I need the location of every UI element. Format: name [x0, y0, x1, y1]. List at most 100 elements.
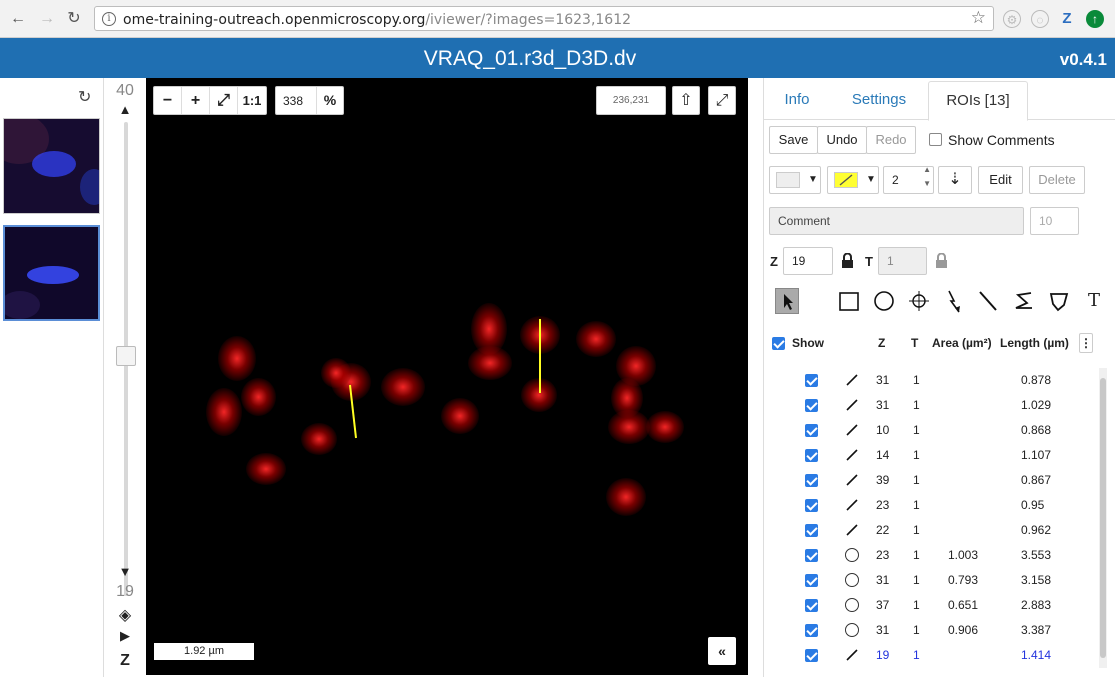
t-label: T: [865, 254, 873, 269]
line-shape-icon: [844, 447, 860, 466]
row-show-checkbox[interactable]: [805, 399, 818, 412]
stroke-color-picker[interactable]: ▼: [827, 166, 879, 194]
redo-button[interactable]: Redo: [866, 126, 916, 154]
info-icon[interactable]: i: [102, 12, 116, 26]
z-projection-label[interactable]: Z: [104, 652, 146, 670]
reload-icon[interactable]: ↻: [64, 9, 84, 29]
z-slider-handle[interactable]: [116, 346, 136, 366]
collapse-panel-button[interactable]: «: [708, 637, 736, 665]
z-lock-icon[interactable]: [841, 253, 853, 268]
refresh-icon[interactable]: ↻: [78, 87, 91, 107]
tab-settings[interactable]: Settings: [842, 81, 916, 121]
roi-line-1[interactable]: [349, 384, 357, 439]
edit-button[interactable]: Edit: [978, 166, 1023, 194]
home-icon[interactable]: ⇧: [672, 86, 700, 115]
table-row[interactable]: 23 1 0.95: [764, 493, 1104, 518]
table-row[interactable]: 14 1 1.107: [764, 443, 1104, 468]
forward-icon[interactable]: →: [37, 9, 57, 29]
row-t: 1: [913, 623, 920, 637]
delete-button[interactable]: Delete: [1029, 166, 1085, 194]
table-row[interactable]: 31 1 0.793 3.158: [764, 568, 1104, 593]
table-row[interactable]: 39 1 0.867: [764, 468, 1104, 493]
column-menu-icon[interactable]: ⋮: [1079, 333, 1093, 353]
arrow-tool-icon[interactable]: [942, 288, 966, 314]
table-row[interactable]: 31 1 0.906 3.387: [764, 618, 1104, 643]
row-show-checkbox[interactable]: [805, 449, 818, 462]
fullscreen-icon[interactable]: ⤢: [708, 86, 736, 115]
row-show-checkbox[interactable]: [805, 574, 818, 587]
z-up-chevron-icon[interactable]: ▲: [104, 102, 146, 117]
z-input[interactable]: 19: [783, 247, 833, 275]
extension-gear-icon[interactable]: ⚙: [1003, 10, 1021, 28]
stroke-width-input[interactable]: 2 ▲ ▼: [883, 163, 934, 194]
line-tool-icon[interactable]: [976, 288, 1000, 314]
address-bar[interactable]: i ome-training-outreach.openmicroscopy.o…: [94, 6, 994, 31]
row-length: 3.158: [1021, 573, 1052, 587]
zoom-out-button[interactable]: −: [154, 87, 182, 114]
table-row[interactable]: 31 1 1.029: [764, 393, 1104, 418]
one-to-one-button[interactable]: 1:1: [238, 87, 266, 114]
polygon-tool-icon[interactable]: [1047, 288, 1071, 314]
row-show-checkbox[interactable]: [805, 374, 818, 387]
thumbnail-image-2[interactable]: [3, 225, 100, 321]
table-row[interactable]: 22 1 0.962: [764, 518, 1104, 543]
row-show-checkbox[interactable]: [805, 549, 818, 562]
layers-icon[interactable]: ◈: [104, 605, 146, 625]
fit-to-window-icon[interactable]: ⤢: [210, 87, 238, 114]
row-length: 3.553: [1021, 548, 1052, 562]
image-viewer[interactable]: − + ⤢ 1:1 338 % 236,231 ⇧ ⤢ 1.92 µm «: [146, 78, 748, 675]
table-row[interactable]: 10 1 0.868: [764, 418, 1104, 443]
extension-z-icon[interactable]: Z: [1058, 10, 1076, 28]
row-z: 31: [876, 573, 890, 587]
row-show-checkbox[interactable]: [805, 624, 818, 637]
save-button[interactable]: Save: [769, 126, 818, 154]
z-down-chevron-icon[interactable]: ▼: [104, 564, 146, 579]
row-z: 22: [876, 523, 890, 537]
table-row[interactable]: 37 1 0.651 2.883: [764, 593, 1104, 618]
point-tool-icon[interactable]: [907, 288, 931, 314]
extension-upload-icon[interactable]: ↑: [1086, 10, 1104, 28]
tab-rois[interactable]: ROIs [13]: [928, 81, 1028, 121]
row-show-checkbox[interactable]: [805, 599, 818, 612]
play-icon[interactable]: ▶: [104, 628, 146, 644]
table-row[interactable]: 19 1 1.414: [764, 643, 1104, 668]
comment-input[interactable]: Comment: [769, 207, 1024, 235]
extension-circle-icon[interactable]: ◌: [1031, 10, 1049, 28]
row-show-checkbox[interactable]: [805, 474, 818, 487]
table-row[interactable]: 23 1 1.003 3.553: [764, 543, 1104, 568]
row-show-checkbox[interactable]: [805, 524, 818, 537]
zoom-in-button[interactable]: +: [182, 87, 210, 114]
ellipse-tool-icon[interactable]: [872, 288, 896, 314]
fill-dropdown-caret-icon: ▼: [808, 174, 818, 185]
show-comments-checkbox[interactable]: [929, 133, 942, 146]
stroke-width-stepper-icon[interactable]: ▲ ▼: [923, 163, 931, 191]
font-size-input[interactable]: 10: [1030, 207, 1079, 235]
polyline-tool-icon[interactable]: [1012, 288, 1036, 314]
table-row[interactable]: 31 1 0.878: [764, 368, 1104, 393]
t-lock-icon[interactable]: [935, 253, 947, 268]
row-z: 39: [876, 473, 890, 487]
show-all-checkbox[interactable]: [772, 337, 785, 350]
zoom-value[interactable]: 338: [283, 94, 303, 108]
arrow-toggle-icon[interactable]: ⇣: [938, 166, 972, 194]
row-show-checkbox[interactable]: [805, 649, 818, 662]
row-t: 1: [913, 648, 920, 662]
row-t: 1: [913, 523, 920, 537]
line-shape-icon: [844, 422, 860, 441]
undo-button[interactable]: Undo: [817, 126, 867, 154]
row-show-checkbox[interactable]: [805, 424, 818, 437]
back-icon[interactable]: ←: [8, 9, 28, 29]
thumbnail-image-1[interactable]: [3, 118, 100, 214]
row-t: 1: [913, 423, 920, 437]
line-shape-icon: [844, 372, 860, 391]
rectangle-tool-icon[interactable]: [837, 288, 861, 314]
roi-table-scrollbar[interactable]: [1099, 368, 1107, 668]
tab-info[interactable]: Info: [772, 81, 822, 121]
select-tool-icon[interactable]: [775, 288, 799, 314]
fill-color-picker[interactable]: ▼: [769, 166, 821, 194]
zoom-field[interactable]: 338 %: [275, 86, 344, 115]
text-tool-icon[interactable]: T: [1082, 288, 1106, 314]
bookmark-star-icon[interactable]: ☆: [971, 8, 986, 28]
row-show-checkbox[interactable]: [805, 499, 818, 512]
t-input[interactable]: 1: [878, 247, 927, 275]
